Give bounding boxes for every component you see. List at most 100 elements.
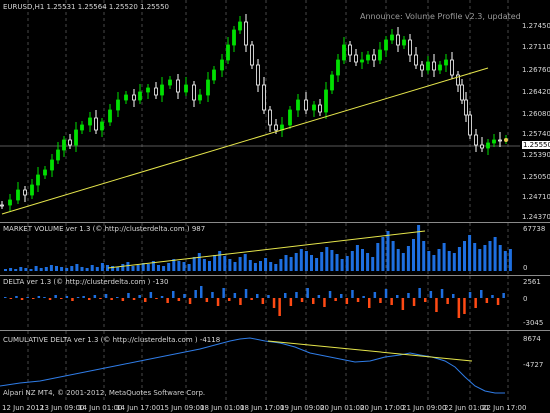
delta-title: DELTA ver 1.3 (© http://clusterdelta.com… (3, 278, 169, 286)
volume-bar (406, 246, 410, 271)
delta-bar-negative (379, 298, 382, 303)
volume-bar (432, 255, 436, 271)
delta-bar-positive (373, 292, 377, 298)
time-axis-label: 22 Jun 17:00 (482, 404, 527, 412)
candle-body (296, 99, 300, 111)
candle-body (168, 79, 172, 86)
delta-bar-negative (205, 298, 209, 302)
volume-bar (9, 268, 13, 271)
delta-bar-positive (82, 296, 85, 298)
candle-body (396, 34, 400, 46)
candle-body (426, 61, 430, 71)
delta-bar-positive (43, 297, 46, 298)
volume-bar (75, 264, 79, 271)
candle-body (354, 54, 358, 63)
volume-bar (238, 257, 242, 271)
delta-bar-negative (88, 298, 91, 300)
delta-bar-negative (71, 298, 74, 301)
delta-bar-negative (368, 298, 371, 308)
time-axis-label: 14 Jun 17:00 (116, 404, 161, 412)
delta-bar-negative (474, 298, 477, 308)
volume-bar (447, 251, 451, 271)
delta-bar-negative (446, 298, 449, 304)
volume-bar (14, 269, 18, 271)
price-axis-label: 1.25390 (522, 151, 550, 160)
volume-bar (340, 259, 344, 271)
price-axis-label: 1.24370 (522, 213, 550, 222)
candle-body (212, 69, 216, 81)
delta-bar-positive (267, 295, 270, 298)
volume-bar (65, 268, 69, 271)
candle-body (256, 64, 260, 86)
candle-body (262, 84, 266, 111)
candle-body (138, 91, 142, 101)
volume-bar (29, 269, 33, 271)
delta-bar-positive (328, 291, 332, 298)
delta-bar-negative (9, 298, 13, 299)
delta-bar-negative (48, 298, 52, 300)
delta-bar-negative (485, 298, 489, 303)
candle-body (486, 142, 490, 149)
delta-bar-positive (26, 297, 29, 298)
delta-bar-negative (110, 298, 113, 300)
candle-body (62, 139, 66, 151)
time-axis-label: 18 Jun 01:00 (200, 404, 245, 412)
symbol-header: EURUSD,H1 1.25531 1.25564 1.25520 1.2555… (3, 3, 169, 11)
candle-body (108, 109, 112, 123)
time-axis-label: 21 Jun 09:00 (402, 404, 447, 412)
delta-bar-negative (261, 298, 265, 304)
delta-axis-min: -3045 (523, 319, 544, 327)
candle-body (80, 124, 84, 131)
price-axis-label: 1.25740 (522, 130, 550, 139)
time-axis-label: 12 Jun 2012 (2, 404, 45, 412)
candle-body (342, 44, 346, 61)
candle-body (274, 124, 278, 131)
delta-bar-positive (194, 290, 197, 298)
volume-bar (330, 250, 334, 271)
delta-bar-positive (211, 292, 214, 298)
delta-bar-negative (228, 298, 231, 301)
delta-pane[interactable]: DELTA ver 1.3 (© http://clusterdelta.com… (0, 276, 520, 330)
delta-bar-positive (362, 296, 365, 298)
volume-axis: 67738 0 (520, 223, 550, 275)
volume-bar (437, 249, 441, 271)
delta-bar-negative (177, 298, 181, 301)
delta-bar-positive (340, 294, 343, 298)
volume-bar (284, 255, 288, 271)
candle-body (206, 79, 210, 96)
candle-body (474, 134, 478, 146)
candle-body (238, 21, 242, 31)
volume-bar (90, 265, 94, 271)
delta-bar-positive (244, 289, 248, 298)
volume-bar (376, 243, 380, 271)
volume-bar (493, 237, 497, 271)
cumulative-delta-pane[interactable]: CUMULATIVE DELTA ver 1.3 (© http://clust… (0, 331, 520, 402)
volume-bar (248, 260, 252, 271)
candle-body (43, 169, 47, 176)
cum-axis-max: 8674 (523, 335, 541, 343)
candle-body (432, 61, 436, 71)
candle-body (146, 87, 150, 93)
delta-axis-max: 2561 (523, 278, 541, 286)
delta-bar-negative (424, 298, 427, 302)
volume-bar (304, 251, 308, 271)
delta-bar-negative (435, 298, 438, 312)
volume-bar (294, 253, 298, 271)
volume-bar (366, 253, 370, 271)
candle-body (268, 109, 272, 126)
volume-bar (463, 241, 466, 271)
delta-bar-positive (160, 296, 164, 298)
mt4-chart-window[interactable]: EURUSD,H1 1.25531 1.25564 1.25520 1.2555… (0, 0, 550, 413)
delta-bar-negative (99, 298, 102, 299)
delta-bar-negative (60, 298, 63, 299)
delta-bar-negative (32, 298, 35, 299)
candle-body (198, 94, 202, 101)
volume-pane[interactable]: MARKET VOLUME ver 1.3 (© http://clusterd… (0, 223, 520, 275)
price-chart-pane[interactable]: EURUSD,H1 1.25531 1.25564 1.25520 1.2555… (0, 0, 520, 222)
delta-bar-negative (278, 298, 281, 316)
delta-bar-positive (4, 297, 7, 298)
volume-bar (452, 253, 456, 271)
delta-bar-negative (401, 298, 405, 310)
delta-bar-negative (356, 298, 360, 302)
volume-bar (299, 249, 303, 271)
